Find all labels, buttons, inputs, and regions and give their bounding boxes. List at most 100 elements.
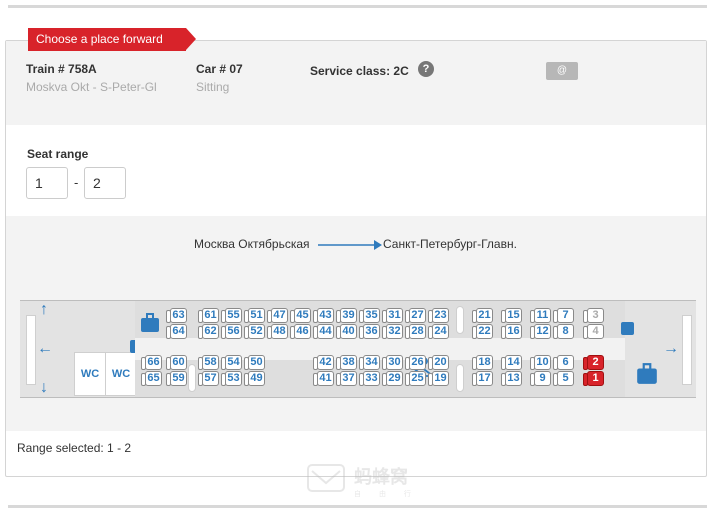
left-door (26, 315, 36, 385)
top-divider (8, 5, 707, 8)
luggage-icon (141, 313, 159, 332)
seat[interactable]: 29 (382, 371, 403, 386)
seat[interactable]: 46 (290, 324, 311, 339)
seat[interactable]: 30 (382, 355, 403, 370)
seat[interactable]: 52 (244, 324, 265, 339)
seat[interactable]: 61 (198, 308, 219, 323)
seat[interactable]: 25 (405, 371, 426, 386)
seat[interactable]: 44 (313, 324, 334, 339)
seat[interactable]: 14 (501, 355, 522, 370)
seat[interactable]: 41 (313, 371, 334, 386)
seat[interactable]: 23 (428, 308, 449, 323)
seat[interactable]: 36 (359, 324, 380, 339)
seat[interactable]: 28 (405, 324, 426, 339)
seat[interactable]: 57 (198, 371, 219, 386)
seat[interactable]: 15 (501, 308, 522, 323)
seat[interactable]: 26 (405, 355, 426, 370)
seat[interactable]: 42 (313, 355, 334, 370)
seat[interactable]: 9 (530, 371, 551, 386)
help-icon[interactable]: ? (418, 61, 434, 77)
seat[interactable]: 53 (221, 371, 242, 386)
seat[interactable]: 37 (336, 371, 357, 386)
car-right-end: → (621, 300, 696, 398)
partition (456, 364, 464, 392)
car-left-end: ↑ ← ↓ WC WC (20, 300, 143, 398)
car-body: 63 61 55 51 47 45 43 39 35 31 27 23 21 15 11 7 3 64 62 56 52… (135, 300, 625, 398)
seat[interactable]: 58 (198, 355, 219, 370)
wc-2: WC (105, 352, 137, 396)
seat-range-separator: - (74, 175, 79, 190)
seat[interactable]: 63 (166, 308, 187, 323)
seat-selection-panel: Train # 758A Moskva Okt - S-Peter-Gl Car… (5, 40, 707, 498)
seat[interactable]: 50 (244, 355, 265, 370)
seat[interactable]: 54 (221, 355, 242, 370)
seat[interactable]: 65 (141, 371, 162, 386)
seat[interactable]: 2 (583, 355, 604, 370)
exit-right-arrow-icon: → (663, 340, 679, 357)
seat[interactable]: 59 (166, 371, 187, 386)
seat[interactable]: 55 (221, 308, 242, 323)
seat[interactable]: 35 (359, 308, 380, 323)
seat[interactable]: 1 (583, 371, 604, 386)
seat[interactable]: 32 (382, 324, 403, 339)
seat[interactable]: 24 (428, 324, 449, 339)
direction-arrow-icon (318, 240, 382, 250)
seat[interactable]: 6 (553, 355, 574, 370)
seat[interactable]: 66 (141, 355, 162, 370)
direction-to: Санкт-Петербург-Главн. (383, 237, 517, 251)
direction-from: Москва Октябрьская (194, 237, 310, 251)
seat[interactable]: 48 (267, 324, 288, 339)
seat[interactable]: 56 (221, 324, 242, 339)
car-number: Car # 07 (196, 62, 243, 76)
seat[interactable]: 31 (382, 308, 403, 323)
seat[interactable]: 39 (336, 308, 357, 323)
train-car-diagram: ↑ ← ↓ WC WC 63 61 55 51 47 45 43 39 35 31 27 23 21 15… (20, 300, 696, 398)
seat[interactable]: 47 (267, 308, 288, 323)
seat[interactable]: 18 (472, 355, 493, 370)
seat-range-from-input[interactable]: 1 (26, 167, 68, 199)
seat[interactable]: 45 (290, 308, 311, 323)
watermark-text: 蚂蜂窝 (354, 467, 408, 487)
seat[interactable]: 64 (166, 324, 187, 339)
seat[interactable]: 17 (472, 371, 493, 386)
seat[interactable]: 5 (553, 371, 574, 386)
seat[interactable]: 38 (336, 355, 357, 370)
seat[interactable]: 21 (472, 308, 493, 323)
choose-place-ribbon: Choose a place forward (28, 28, 196, 51)
seat[interactable]: 62 (198, 324, 219, 339)
seat[interactable]: 4 (583, 324, 604, 339)
seat[interactable]: 34 (359, 355, 380, 370)
luggage-rack-icon (621, 322, 634, 335)
seat[interactable]: 27 (405, 308, 426, 323)
seat[interactable]: 49 (244, 371, 265, 386)
seat[interactable]: 60 (166, 355, 187, 370)
seat[interactable]: 20 (428, 355, 449, 370)
partition (188, 364, 196, 392)
watermark-sub: 自 由 行 (354, 491, 419, 498)
seat[interactable]: 11 (530, 308, 551, 323)
right-door (682, 315, 692, 385)
seat[interactable]: 16 (501, 324, 522, 339)
watermark-logo: 蚂蜂窝 自 由 行 (306, 459, 436, 503)
partition (456, 306, 464, 334)
e-ticket-icon: @ (546, 62, 578, 80)
seat[interactable]: 19 (428, 371, 449, 386)
car-type: Sitting (196, 80, 230, 94)
seat[interactable]: 13 (501, 371, 522, 386)
seat[interactable]: 10 (530, 355, 551, 370)
seat[interactable]: 33 (359, 371, 380, 386)
seat[interactable]: 12 (530, 324, 551, 339)
seat[interactable]: 51 (244, 308, 265, 323)
luggage-icon (637, 363, 657, 384)
seat[interactable]: 3 (583, 308, 604, 323)
exit-up-arrow-icon: ↑ (40, 301, 48, 318)
wc-1: WC (74, 352, 106, 396)
seat[interactable]: 8 (553, 324, 574, 339)
seat[interactable]: 22 (472, 324, 493, 339)
range-selected-status: Range selected: 1 - 2 (17, 441, 132, 455)
seat[interactable]: 40 (336, 324, 357, 339)
seat-range-to-input[interactable]: 2 (84, 167, 126, 199)
exit-left-arrow-icon: ← (37, 340, 53, 357)
seat[interactable]: 43 (313, 308, 334, 323)
seat[interactable]: 7 (553, 308, 574, 323)
